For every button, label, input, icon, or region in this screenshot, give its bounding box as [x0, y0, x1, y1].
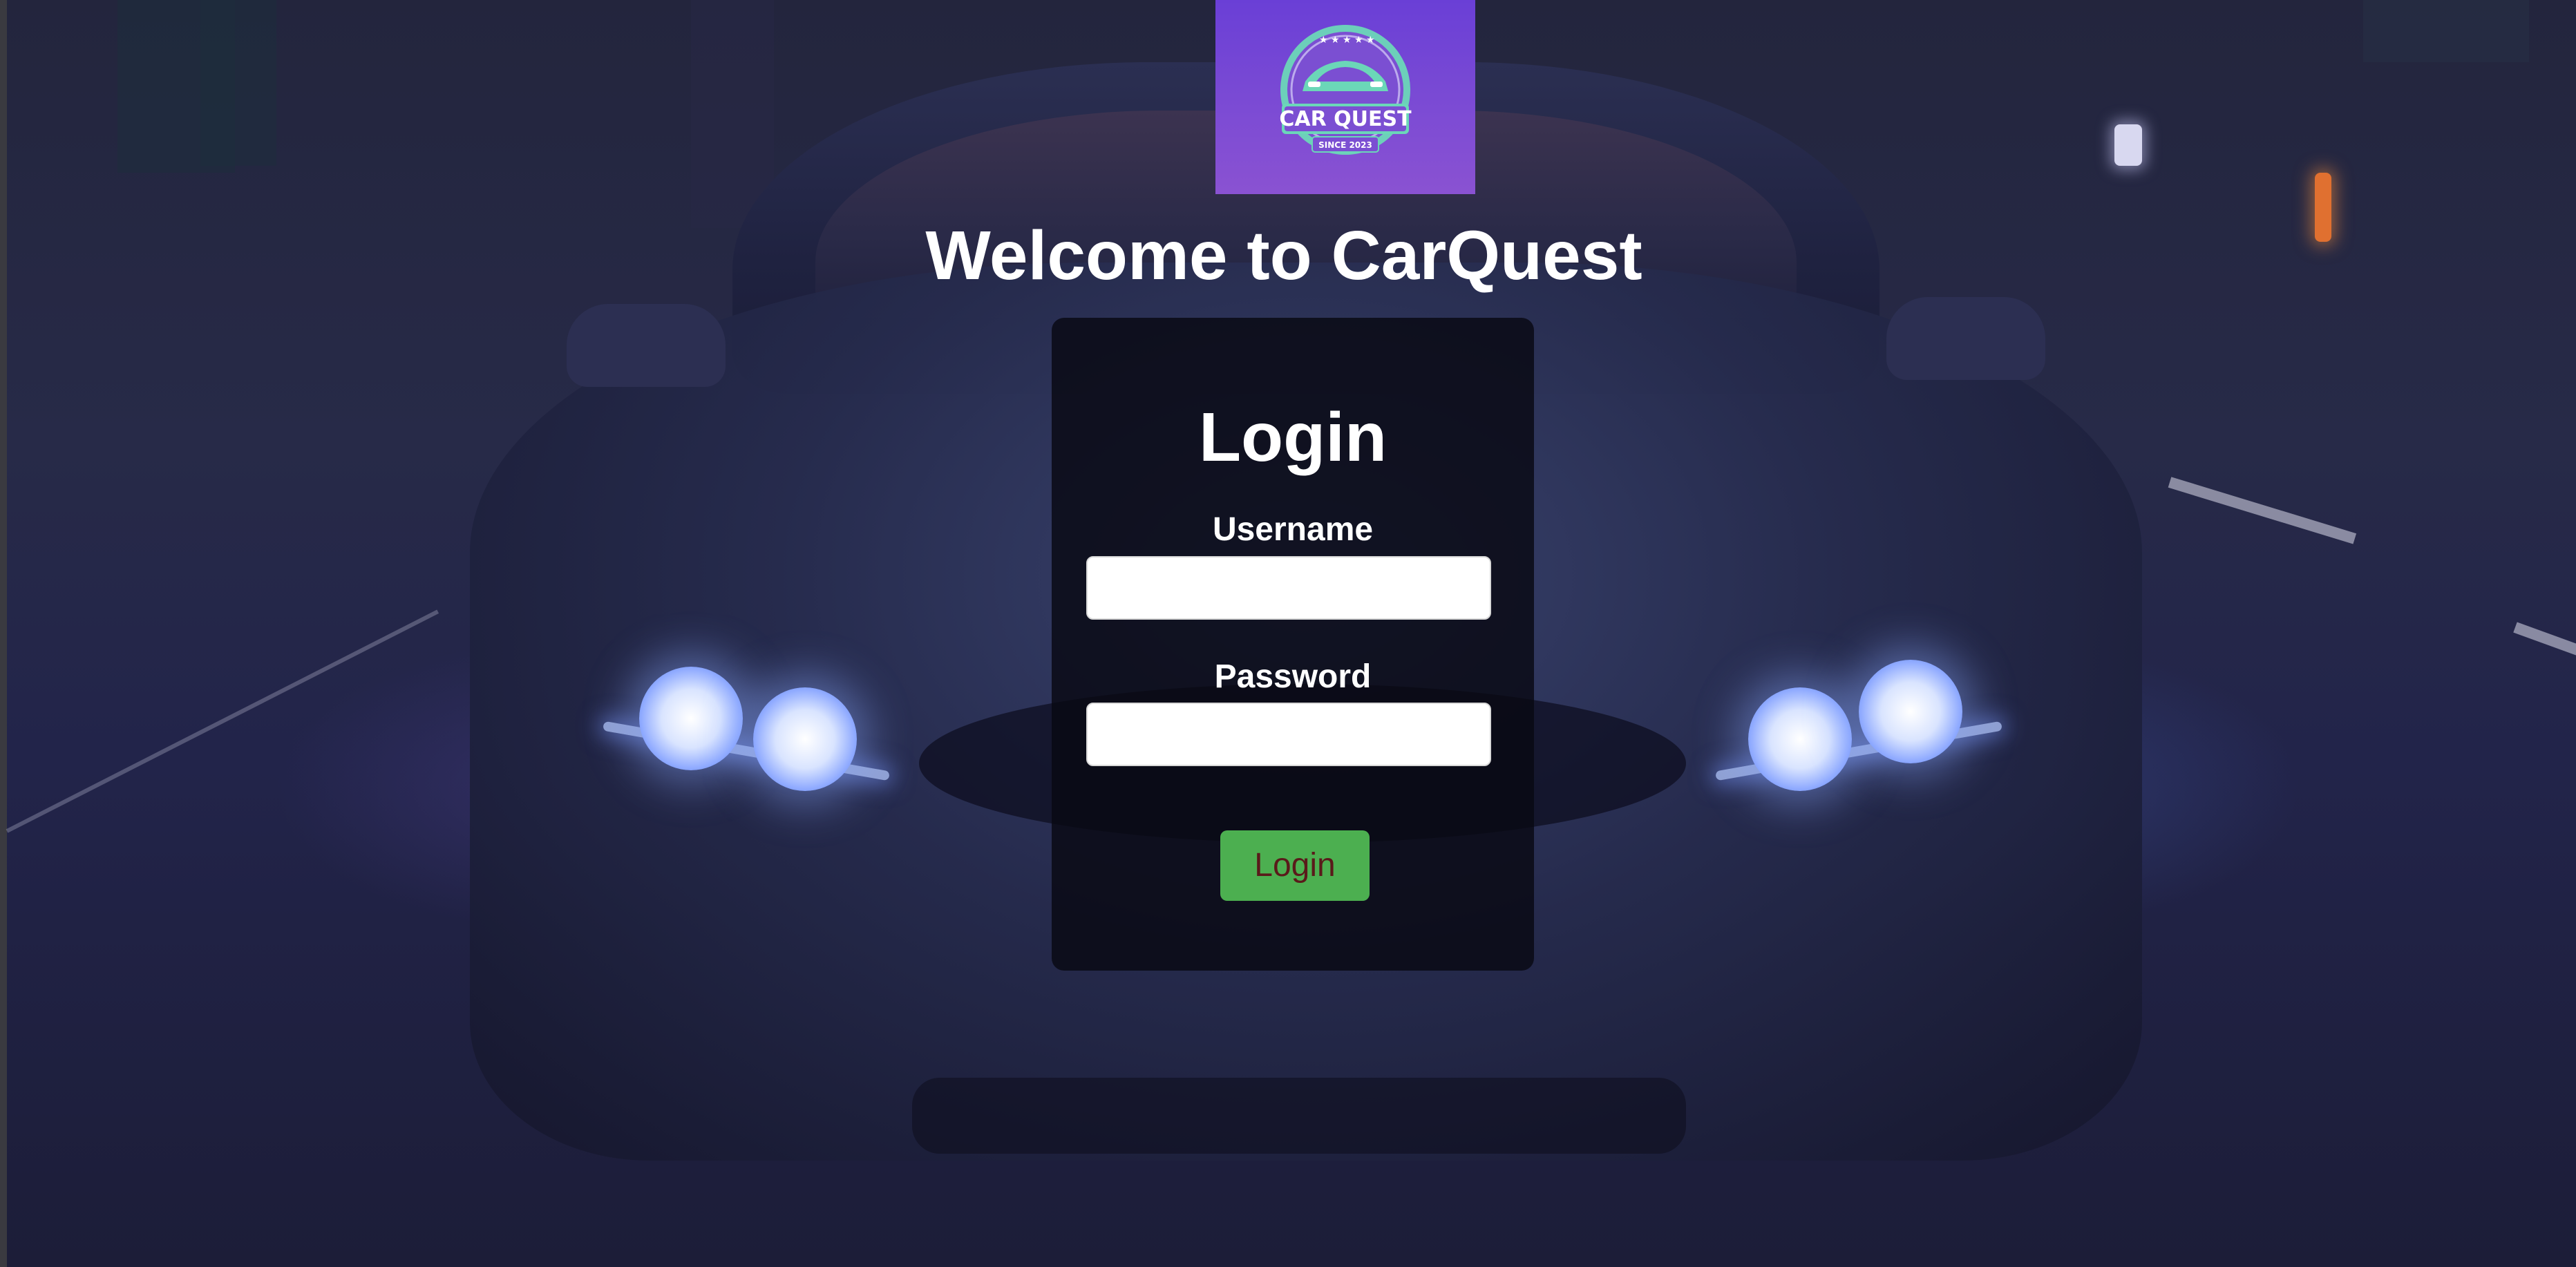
svg-text:★ ★ ★ ★ ★: ★ ★ ★ ★ ★	[1319, 35, 1375, 46]
login-form: Login Username Password Login	[1052, 318, 1534, 971]
logo-emblem-icon: ★ ★ ★ ★ ★ CAR QUEST SINCE 2023	[1279, 25, 1412, 155]
username-label: Username	[1212, 511, 1374, 548]
page-edge	[0, 0, 7, 1267]
login-title: Login	[1198, 399, 1388, 476]
street-light	[2114, 124, 2142, 166]
headlight-left-outer	[639, 667, 743, 770]
username-input[interactable]	[1086, 556, 1491, 620]
car-mirror-left	[567, 304, 726, 387]
road-marking	[2513, 622, 2576, 656]
road-marking	[2168, 477, 2357, 544]
building-window	[200, 0, 276, 166]
logo-brand-text: CAR QUEST	[1279, 107, 1412, 131]
road-marking	[6, 609, 439, 833]
headlight-left-inner	[753, 687, 857, 791]
car-mirror-right	[1886, 297, 2045, 380]
password-label: Password	[1214, 658, 1372, 695]
headlight-right-outer	[1859, 660, 1962, 763]
building-window	[2363, 0, 2529, 62]
logo-since-text: SINCE 2023	[1318, 140, 1372, 150]
login-page: ★ ★ ★ ★ ★ CAR QUEST SINCE 2023 Welcome t…	[0, 0, 2576, 1267]
car-bumper	[912, 1078, 1686, 1154]
page-title: Welcome to CarQuest	[925, 217, 1642, 294]
login-button[interactable]: Login	[1220, 830, 1370, 901]
headlight-right-inner	[1748, 687, 1852, 791]
car-quest-logo: ★ ★ ★ ★ ★ CAR QUEST SINCE 2023	[1215, 0, 1475, 194]
password-input[interactable]	[1086, 703, 1491, 766]
